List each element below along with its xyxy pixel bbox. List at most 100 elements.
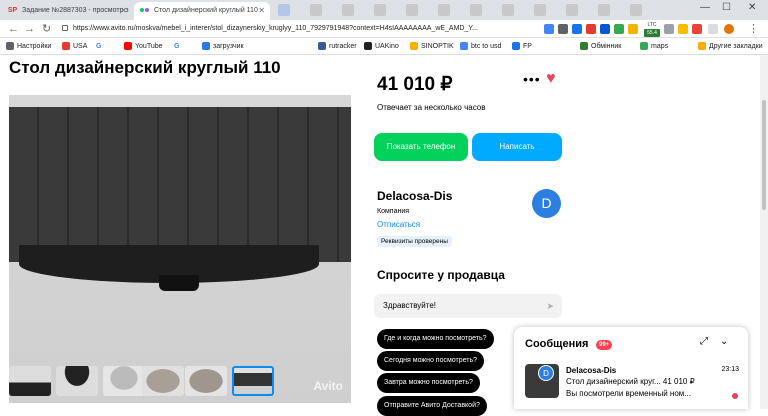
bookmark[interactable]: btc to usd: [460, 38, 501, 55]
url-text: https://www.avito.ru/moskva/mebel_i_inte…: [73, 25, 478, 32]
heart-icon[interactable]: ♥: [546, 70, 556, 88]
chevron-down-icon[interactable]: ⌄: [720, 336, 728, 347]
browser-tab[interactable]: [630, 4, 642, 16]
browser-menu-icon[interactable]: ⋮: [748, 20, 759, 38]
bookmark[interactable]: загрузчик: [202, 38, 244, 55]
bookmark[interactable]: rutracker: [318, 38, 357, 55]
extension-icon[interactable]: [628, 24, 638, 34]
bookmark[interactable]: Настройки: [6, 38, 51, 55]
url-field[interactable]: https://www.avito.ru/moskva/mebel_i_inte…: [62, 21, 532, 37]
browser-tab[interactable]: [406, 4, 418, 16]
browser-tab-active[interactable]: Стол дизайнерский круглый 110 ✕: [134, 2, 270, 20]
bookmark[interactable]: USA: [62, 38, 87, 55]
browser-tab[interactable]: [534, 4, 546, 16]
product-photo[interactable]: Avito: [9, 95, 351, 403]
browser-tab[interactable]: [470, 4, 482, 16]
seller-avatar[interactable]: D: [532, 189, 561, 218]
avito-watermark: Avito: [313, 379, 343, 393]
photo-thumbnail[interactable]: [185, 366, 227, 396]
chat-preview[interactable]: Вы посмотрели временный ном...: [566, 389, 716, 398]
bookmark[interactable]: SINOPTIK: [410, 38, 454, 55]
more-horizontal-icon[interactable]: •••: [523, 71, 541, 87]
ask-seller-input[interactable]: Здравствуйте! ➤: [374, 294, 562, 318]
browser-tab[interactable]: [598, 4, 610, 16]
close-window-icon[interactable]: ✕: [748, 2, 756, 13]
avito-icon: [139, 6, 150, 16]
unread-dot: [732, 393, 738, 399]
photo-thumbnail[interactable]: [142, 366, 184, 396]
response-time: Отвечает за несколько часов: [377, 103, 486, 112]
open-external-icon[interactable]: ⤢: [700, 336, 708, 347]
extension-icon[interactable]: [692, 24, 702, 34]
browser-tab-strip: SP Задание №2887303 - просмотр з ✕ Стол …: [0, 0, 768, 20]
browser-tab[interactable]: [374, 4, 386, 16]
browser-tab[interactable]: [278, 4, 290, 16]
close-tab-icon[interactable]: ✕: [120, 2, 127, 20]
browser-tab[interactable]: [566, 4, 578, 16]
maximize-icon[interactable]: ☐: [722, 2, 731, 13]
chat-subject[interactable]: Стол дизайнерский круг... 41 010 ₽: [566, 377, 716, 386]
close-tab-icon[interactable]: ✕: [258, 2, 265, 20]
tab-title: Задание №2887303 - просмотр з: [22, 7, 129, 14]
quick-question-chip[interactable]: Завтра можно посмотреть?: [377, 373, 480, 393]
quick-question-chip[interactable]: Сегодня можно посмотреть?: [377, 351, 485, 371]
ltc-ticker[interactable]: LTC 55.4: [644, 21, 660, 37]
lock-icon: [62, 25, 68, 32]
bookmark[interactable]: G: [174, 38, 179, 55]
verified-badge: Реквизиты проверены: [377, 236, 452, 247]
browser-tab[interactable]: [438, 4, 450, 16]
extension-icon[interactable]: [558, 24, 568, 34]
minimize-icon[interactable]: —: [700, 2, 710, 13]
bookmark-folder[interactable]: Другие закладки: [698, 38, 763, 55]
photo-thumbnail-selected[interactable]: [232, 366, 274, 396]
browser-tab[interactable]: SP Задание №2887303 - просмотр з ✕: [2, 2, 132, 20]
forward-icon[interactable]: →: [24, 20, 35, 38]
extension-icon[interactable]: [600, 24, 610, 34]
browser-tab[interactable]: [310, 4, 322, 16]
photo-thumbnail[interactable]: [56, 366, 98, 396]
price: 41 010 ₽: [377, 74, 453, 95]
tab-favicon: SP: [7, 7, 18, 14]
quick-question-chip[interactable]: Где и когда можно посмотреть?: [377, 329, 494, 349]
show-phone-button[interactable]: Показать телефон: [374, 133, 468, 161]
quick-question-chip[interactable]: Отправите Авито Доставкой?: [377, 396, 487, 416]
seller-type: Компания: [377, 208, 410, 215]
ask-seller-heading: Спросите у продавца: [377, 268, 505, 282]
page-title: Стол дизайнерский круглый 110: [9, 58, 281, 77]
scrollbar-thumb[interactable]: [762, 100, 766, 210]
photo-thumbnail[interactable]: [9, 366, 51, 396]
bookmark[interactable]: Обмінник: [580, 38, 621, 55]
messages-panel: Сообщения 99+ ⤢ ⌄ D Delacosa-Dis 23:13 С…: [514, 327, 748, 409]
extension-icon[interactable]: [614, 24, 624, 34]
puzzle-icon[interactable]: [708, 24, 718, 34]
seller-name[interactable]: Delacosa-Dis: [377, 189, 452, 203]
extension-icon[interactable]: [678, 24, 688, 34]
bookmark[interactable]: UAKino: [364, 38, 399, 55]
extension-icon[interactable]: [572, 24, 582, 34]
extension-icon[interactable]: [586, 24, 596, 34]
write-message-button[interactable]: Написать: [472, 133, 562, 161]
page-content: Стол дизайнерский круглый 110 Avito 41 0…: [0, 55, 768, 416]
back-icon[interactable]: ←: [8, 20, 19, 38]
profile-avatar[interactable]: [724, 24, 734, 34]
tab-title: Стол дизайнерский круглый 110: [154, 7, 258, 14]
browser-tab[interactable]: [502, 4, 514, 16]
page-scrollbar[interactable]: [760, 55, 768, 409]
chat-time: 23:13: [721, 366, 739, 373]
bookmark[interactable]: maps: [640, 38, 668, 55]
photo-thumbnail[interactable]: [103, 366, 145, 396]
messages-title[interactable]: Сообщения: [525, 338, 588, 350]
send-icon[interactable]: ➤: [546, 294, 554, 318]
unsubscribe-link[interactable]: Отписаться: [377, 220, 420, 229]
chat-item-avatar: D: [538, 365, 554, 381]
bookmark[interactable]: G: [96, 38, 101, 55]
reload-icon[interactable]: ↻: [42, 20, 51, 38]
unread-count-badge: 99+: [596, 340, 613, 350]
browser-tab[interactable]: [342, 4, 354, 16]
extension-icon[interactable]: [664, 24, 674, 34]
bookmark[interactable]: YouTube: [124, 38, 163, 55]
bookmarks-bar: Настройки USA G YouTube G загрузчик rutr…: [0, 38, 768, 55]
chat-sender[interactable]: Delacosa-Dis: [566, 366, 616, 375]
bookmark[interactable]: FP: [512, 38, 532, 55]
extension-icon[interactable]: [544, 24, 554, 34]
